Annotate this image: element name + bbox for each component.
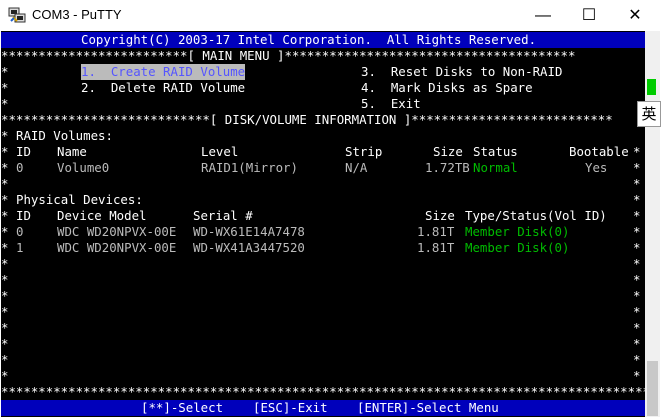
border-star: * <box>1 208 9 223</box>
putty-icon <box>8 7 26 23</box>
close-button[interactable]: ✕ <box>612 0 658 31</box>
maximize-button[interactable]: ☐ <box>566 0 612 31</box>
border-star: * <box>1 80 9 95</box>
col-size: Size <box>425 208 455 223</box>
device-size: 1.81T <box>417 240 455 255</box>
col-serial: Serial # <box>193 208 253 223</box>
col-level: Level <box>201 144 239 159</box>
border-star: * <box>1 96 9 111</box>
menu-item-exit[interactable]: 5. Exit <box>361 96 421 112</box>
col-size: Size <box>433 144 463 159</box>
border-star: * <box>1 176 9 191</box>
device-model: WDC WD20NPVX-00E <box>57 224 177 239</box>
border-star: * <box>1 336 9 351</box>
volume-name: Volume0 <box>57 160 110 175</box>
border-star: * <box>1 288 9 303</box>
volume-status: Normal <box>473 160 518 175</box>
col-id: ID <box>16 208 31 223</box>
col-strip: Strip <box>345 144 383 159</box>
border-star: * <box>633 256 641 271</box>
ime-indicator[interactable]: 英 <box>637 101 661 127</box>
border-star: * <box>633 320 641 335</box>
main-menu-border: *************************[ MAIN MENU ]**… <box>1 48 576 63</box>
menu-item-create-raid[interactable]: 1. Create RAID Volume <box>81 64 246 80</box>
vertical-scrollbar[interactable] <box>645 31 660 417</box>
border-star: * <box>633 272 641 287</box>
volume-strip: N/A <box>345 160 368 175</box>
border-star: * <box>633 288 641 303</box>
col-bootable: Bootable <box>569 144 629 159</box>
border-star: * <box>633 192 641 207</box>
volume-size: 1.72TB <box>425 160 470 175</box>
border-star: * <box>633 176 641 191</box>
window-titlebar[interactable]: COM3 - PuTTY — ☐ ✕ <box>0 0 661 31</box>
border-star: * <box>1 304 9 319</box>
terminal-screen[interactable]: Copyright(C) 2003-17 Intel Corporation. … <box>1 31 645 417</box>
copyright-text: Copyright(C) 2003-17 Intel Corporation. … <box>81 32 537 47</box>
device-serial: WD-WX41A3447520 <box>193 240 305 255</box>
border-star: * <box>633 304 641 319</box>
device-id: 1 <box>16 240 24 255</box>
device-model: WDC WD20NPVX-00E <box>57 240 177 255</box>
border-star: * <box>633 336 641 351</box>
raid-volumes-title: RAID Volumes: <box>16 128 113 143</box>
border-star: * <box>1 128 9 143</box>
device-type-status: Member Disk(0) <box>465 240 570 255</box>
device-serial: WD-WX61E14A7478 <box>193 224 305 239</box>
col-name: Name <box>57 144 87 159</box>
col-device-model: Device Model <box>57 208 147 223</box>
border-star: * <box>1 192 9 207</box>
minimize-button[interactable]: — <box>520 0 566 31</box>
border-star: * <box>633 368 641 383</box>
volume-level: RAID1(Mirror) <box>201 160 298 175</box>
border-star: * <box>633 352 641 367</box>
footer-esc-hint: [ESC]-Exit <box>253 400 328 415</box>
bottom-border: ****************************************… <box>1 384 645 399</box>
col-id: ID <box>16 144 31 159</box>
border-star: * <box>1 144 9 159</box>
window-title: COM3 - PuTTY <box>32 7 122 22</box>
device-id: 0 <box>16 224 24 239</box>
footer-select-hint: [**]-Select <box>141 400 224 415</box>
disk-info-border: ****************************[ DISK/VOLUM… <box>1 112 613 127</box>
menu-item-reset-disks[interactable]: 3. Reset Disks to Non-RAID <box>361 64 562 80</box>
volume-id: 0 <box>16 160 24 175</box>
border-star: * <box>1 320 9 335</box>
border-star: * <box>1 240 9 255</box>
border-star: * <box>1 256 9 271</box>
cursor-indicator <box>647 79 656 95</box>
border-star: * <box>633 160 641 175</box>
footer-enter-hint: [ENTER]-Select Menu <box>357 400 499 415</box>
border-star: * <box>1 368 9 383</box>
border-star: * <box>633 224 641 239</box>
device-type-status: Member Disk(0) <box>465 224 570 239</box>
border-star: * <box>633 144 641 159</box>
col-type-status: Type/Status(Vol ID) <box>465 208 607 223</box>
volume-bootable: Yes <box>585 160 608 175</box>
menu-item-mark-spare[interactable]: 4. Mark Disks as Spare <box>361 80 533 96</box>
menu-item-delete-raid[interactable]: 2. Delete RAID Volume <box>81 80 245 96</box>
border-star: * <box>1 64 9 79</box>
border-star: * <box>633 240 641 255</box>
scrollbar-thumb[interactable] <box>647 361 658 416</box>
border-star: * <box>1 272 9 287</box>
border-star: * <box>1 352 9 367</box>
col-status: Status <box>473 144 518 159</box>
device-size: 1.81T <box>417 224 455 239</box>
border-star: * <box>1 160 9 175</box>
physical-devices-title: Physical Devices: <box>16 192 143 207</box>
border-star: * <box>633 208 641 223</box>
border-star: * <box>1 224 9 239</box>
